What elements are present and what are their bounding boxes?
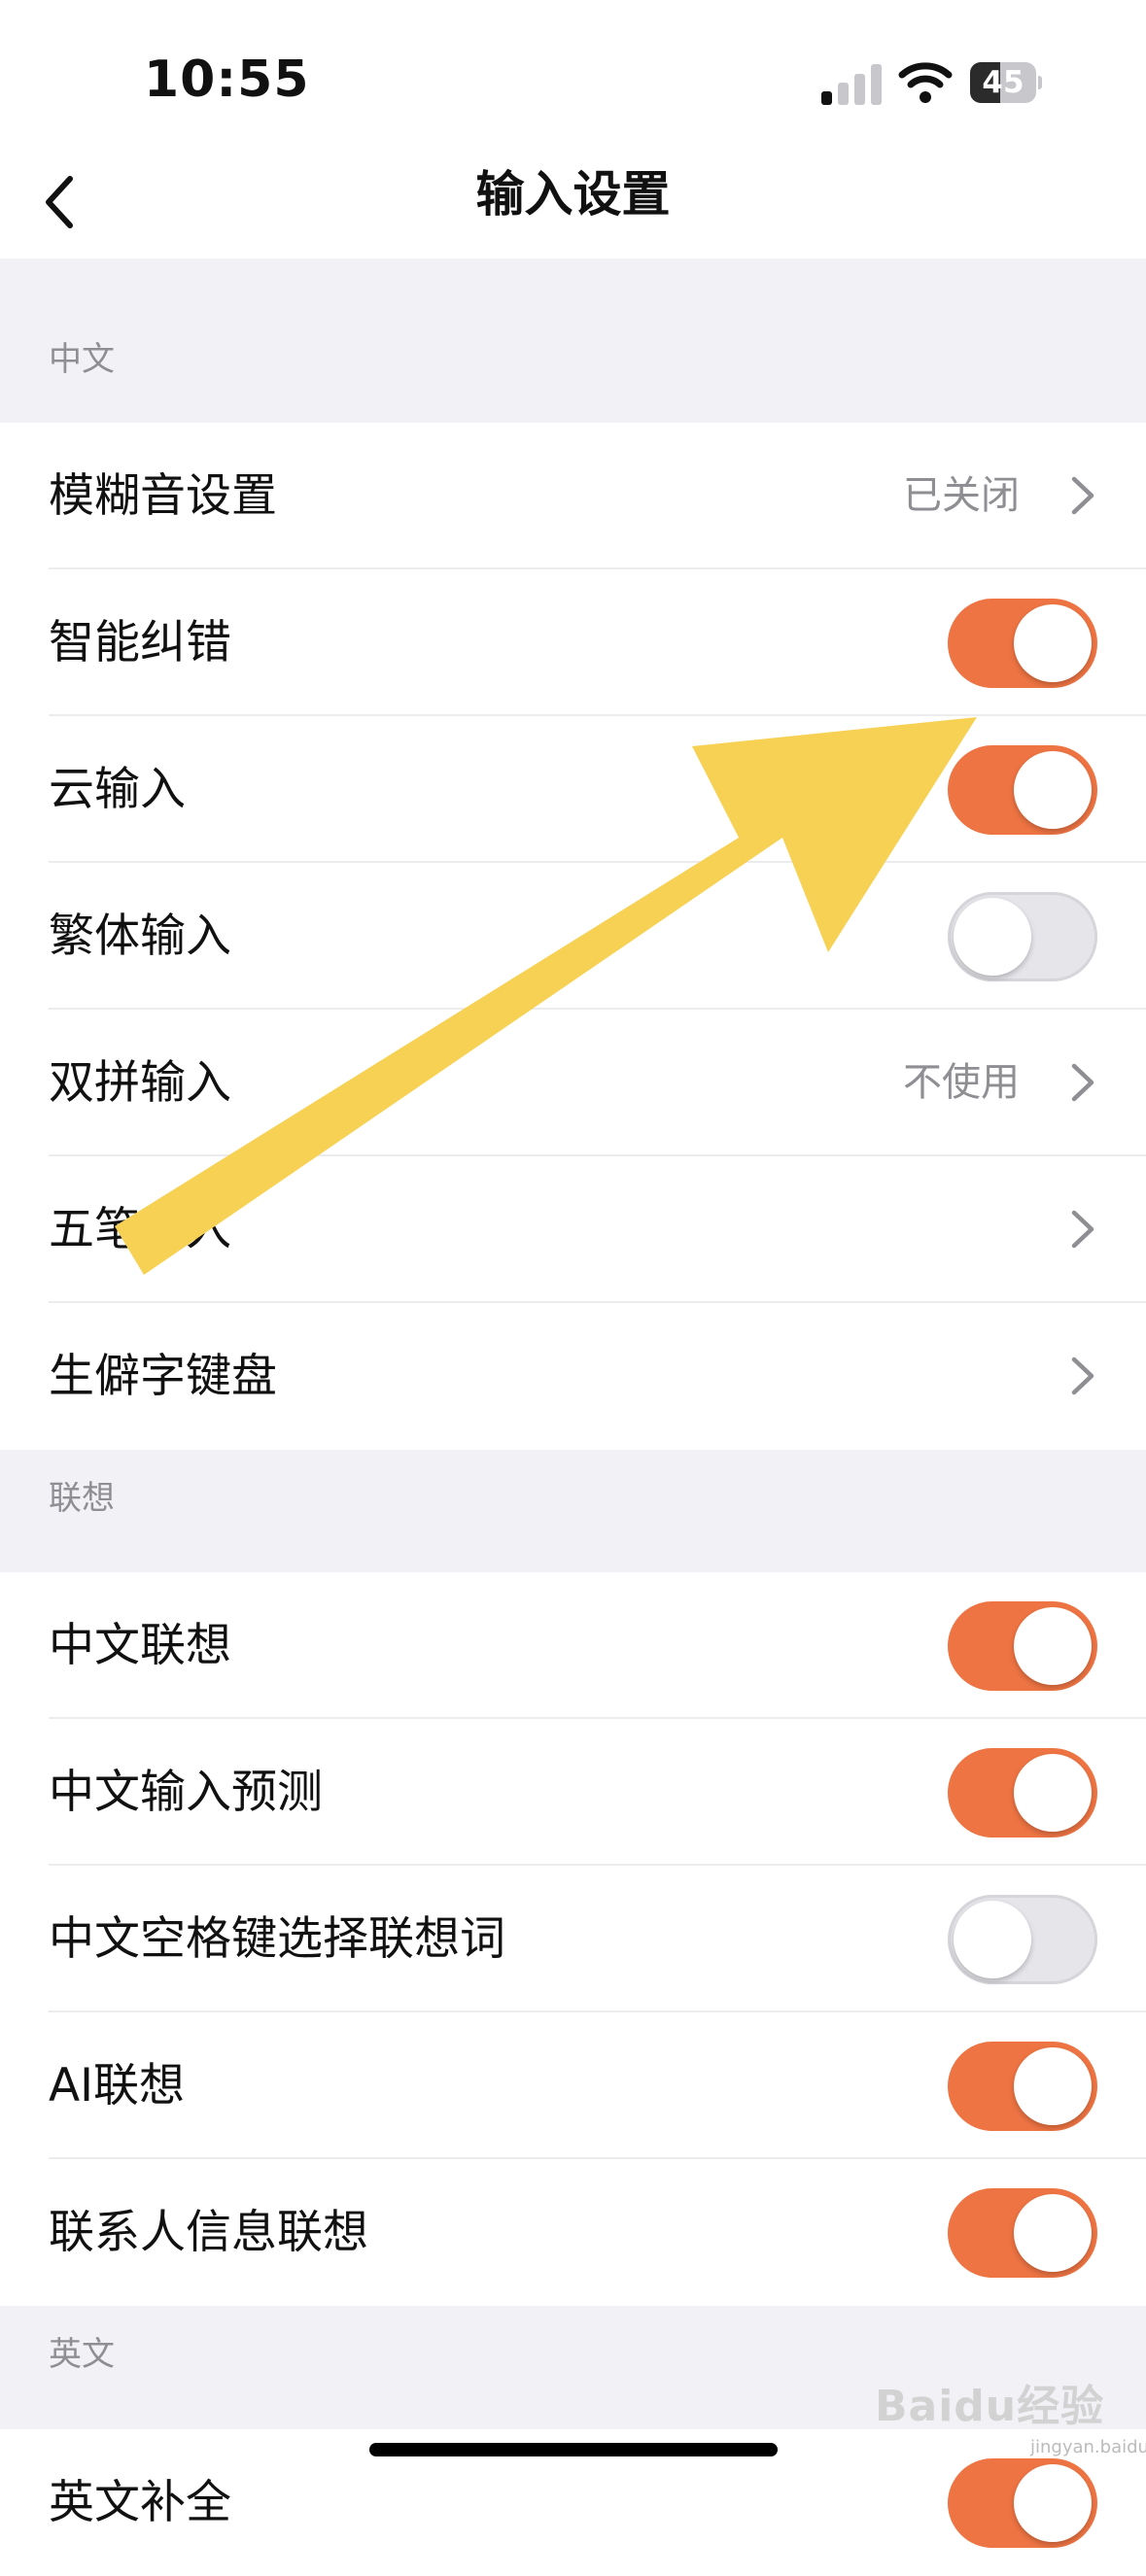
section-header: 联想 — [49, 1479, 115, 1518]
setting-label: 中文输入预测 — [49, 1766, 323, 1819]
battery-level: 45 — [982, 65, 1024, 100]
setting-value: 不使用 — [903, 1060, 1020, 1105]
setting-row[interactable]: 五笔输入 — [0, 1156, 1146, 1303]
setting-row: 联系人信息联想 — [0, 2159, 1146, 2306]
setting-row: 中文空格键选择联想词 — [0, 1866, 1146, 2012]
toggle-knob — [1014, 604, 1092, 682]
setting-label: 英文补全 — [49, 2476, 231, 2529]
battery-icon: 45 — [970, 62, 1042, 103]
toggle-switch[interactable] — [948, 892, 1097, 981]
toggle-knob — [954, 898, 1031, 976]
nav-bar: 输入设置 — [0, 146, 1146, 258]
chevron-right-icon — [1068, 1058, 1097, 1107]
setting-row[interactable]: 生僻字键盘 — [0, 1303, 1146, 1450]
chevron-right-icon — [1068, 1352, 1097, 1400]
setting-label: 联系人信息联想 — [49, 2206, 368, 2259]
cellular-signal-icon — [821, 64, 882, 105]
home-indicator — [369, 2443, 778, 2456]
toggle-switch[interactable] — [948, 2188, 1097, 2278]
toggle-knob — [1014, 2464, 1092, 2542]
setting-label: 智能纠错 — [49, 616, 231, 670]
watermark-brand: Baidu经验 — [875, 2382, 1105, 2431]
chevron-right-icon — [1068, 1205, 1097, 1254]
toggle-switch[interactable] — [948, 2042, 1097, 2131]
toggle-knob — [1014, 1754, 1092, 1832]
setting-label: AI联想 — [49, 2059, 186, 2112]
toggle-knob — [1014, 751, 1092, 829]
setting-row: 中文输入预测 — [0, 1719, 1146, 1866]
chevron-right-icon — [1068, 471, 1097, 520]
toggle-switch[interactable] — [948, 2458, 1097, 2548]
toggle-switch[interactable] — [948, 1748, 1097, 1838]
setting-label: 五笔输入 — [49, 1203, 231, 1256]
toggle-knob — [1014, 2047, 1092, 2125]
setting-row[interactable]: 模糊音设置 已关闭 — [0, 423, 1146, 569]
toggle-switch[interactable] — [948, 1601, 1097, 1691]
settings-group: 中文联想中文输入预测中文空格键选择联想词 AI联想联系人信息联想 — [0, 1572, 1146, 2306]
setting-row: 繁体输入 — [0, 863, 1146, 1010]
status-bar: 10:55 45 — [0, 0, 1146, 146]
toggle-knob — [1014, 2194, 1092, 2272]
setting-label: 中文空格键选择联想词 — [49, 1912, 505, 1966]
page-title: 输入设置 — [475, 166, 671, 223]
toggle-knob — [1014, 1607, 1092, 1685]
setting-label: 双拼输入 — [49, 1056, 231, 1110]
setting-row[interactable]: 双拼输入 不使用 — [0, 1010, 1146, 1156]
setting-value: 已关闭 — [903, 473, 1020, 518]
toggle-switch[interactable] — [948, 599, 1097, 688]
settings-group: 模糊音设置 已关闭智能纠错云输入繁体输入双拼输入 不使用五笔输入生僻字键盘 — [0, 423, 1146, 1450]
toggle-knob — [954, 1901, 1031, 1978]
setting-label: 云输入 — [49, 763, 186, 816]
setting-label: 繁体输入 — [49, 910, 231, 963]
setting-row: 云输入 — [0, 716, 1146, 863]
wifi-icon — [898, 62, 953, 103]
watermark-url: jingyan.baidu.com — [1030, 2437, 1146, 2457]
setting-row: AI联想 — [0, 2012, 1146, 2159]
setting-row: 智能纠错 — [0, 569, 1146, 716]
section-header: 中文 — [49, 340, 115, 379]
toggle-switch[interactable] — [948, 745, 1097, 835]
setting-label: 中文联想 — [49, 1619, 231, 1672]
setting-label: 模糊音设置 — [49, 469, 277, 523]
section-header: 英文 — [49, 2335, 115, 2374]
toggle-switch[interactable] — [948, 1895, 1097, 1984]
status-time: 10:55 — [144, 51, 310, 109]
setting-row: 中文联想 — [0, 1572, 1146, 1719]
setting-label: 生僻字键盘 — [49, 1350, 277, 1403]
